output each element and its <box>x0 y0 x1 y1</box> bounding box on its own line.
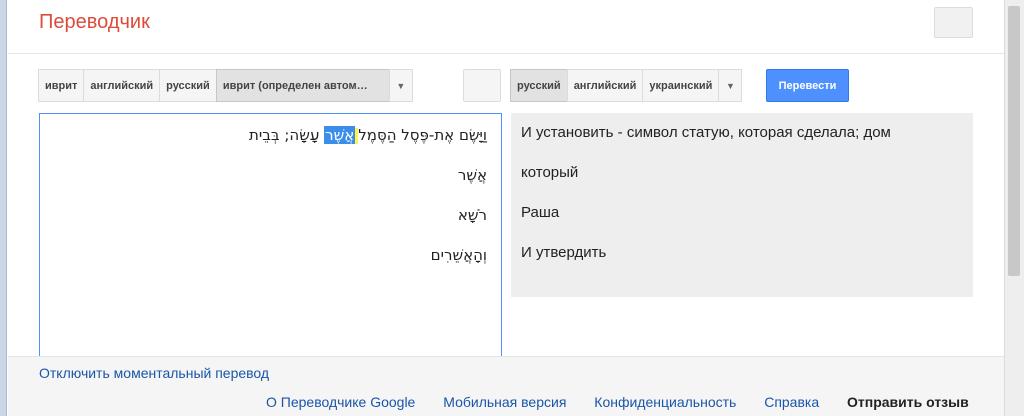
footer-links: О Переводчике Google Мобильная версия Ко… <box>266 394 969 410</box>
app-header: Переводчик <box>8 0 1004 54</box>
footer-link-mobile[interactable]: Мобильная версия <box>443 394 566 410</box>
target-lang-tab-ukrainian[interactable]: украинский <box>642 69 720 102</box>
source-lang-tab-russian[interactable]: русский <box>159 69 217 102</box>
window-frame-left <box>0 0 7 416</box>
source-lang-tab-english[interactable]: английский <box>83 69 161 102</box>
app-title: Переводчик <box>39 11 150 33</box>
translate-button[interactable]: Перевести <box>766 69 849 102</box>
result-line[interactable]: И утвердить <box>521 242 963 282</box>
source-line: וְהָאֲשֵׁרִים <box>430 246 487 264</box>
source-lang-dropdown[interactable]: ▼ <box>388 69 413 102</box>
send-feedback-link[interactable]: Отправить отзыв <box>847 394 969 410</box>
source-line: רֹשָׁא <box>457 206 487 224</box>
scrollbar-thumb[interactable] <box>1008 6 1020 276</box>
target-lang-dropdown[interactable]: ▼ <box>718 69 743 102</box>
result-line[interactable]: И установить - символ статую, которая сд… <box>521 122 963 162</box>
source-line: וַיָּשֶׂם אֶת-פֶּסֶל הַסֶּמֶלאֲשֶׁר עָשָ… <box>249 126 487 144</box>
chevron-down-icon: ▼ <box>725 80 735 91</box>
source-lang-tab-hebrew[interactable]: иврит <box>38 69 85 102</box>
instant-translation-toggle-link[interactable]: Отключить моментальный перевод <box>39 365 269 381</box>
source-lang-tab-detected[interactable]: иврит (определен автом… <box>215 69 390 102</box>
footer-link-about[interactable]: О Переводчике Google <box>266 394 415 410</box>
footer-link-privacy[interactable]: Конфиденциальность <box>594 394 736 410</box>
result-line[interactable]: Раша <box>521 202 963 242</box>
target-lang-tab-russian[interactable]: русский <box>510 69 568 102</box>
header-menu-button[interactable] <box>934 7 973 38</box>
target-language-bar: русский английский украинский ▼ <box>510 69 743 102</box>
source-text-input[interactable]: וַיָּשֶׂם אֶת-פֶּסֶל הַסֶּמֶלאֲשֶׁר עָשָ… <box>39 113 502 363</box>
selected-word[interactable]: אֲשֶׁר <box>324 126 356 144</box>
source-line: אֲשֶׁר <box>457 166 487 184</box>
source-language-bar: иврит английский русский иврит (определе… <box>38 69 413 102</box>
footer-link-help[interactable]: Справка <box>764 394 819 410</box>
chevron-down-icon: ▼ <box>396 80 406 91</box>
swap-languages-button[interactable] <box>463 69 501 102</box>
result-line[interactable]: который <box>521 162 963 202</box>
translation-result: И установить - символ статую, которая сд… <box>511 113 973 297</box>
target-lang-tab-english[interactable]: английский <box>566 69 644 102</box>
vertical-scrollbar[interactable] <box>1004 0 1024 416</box>
